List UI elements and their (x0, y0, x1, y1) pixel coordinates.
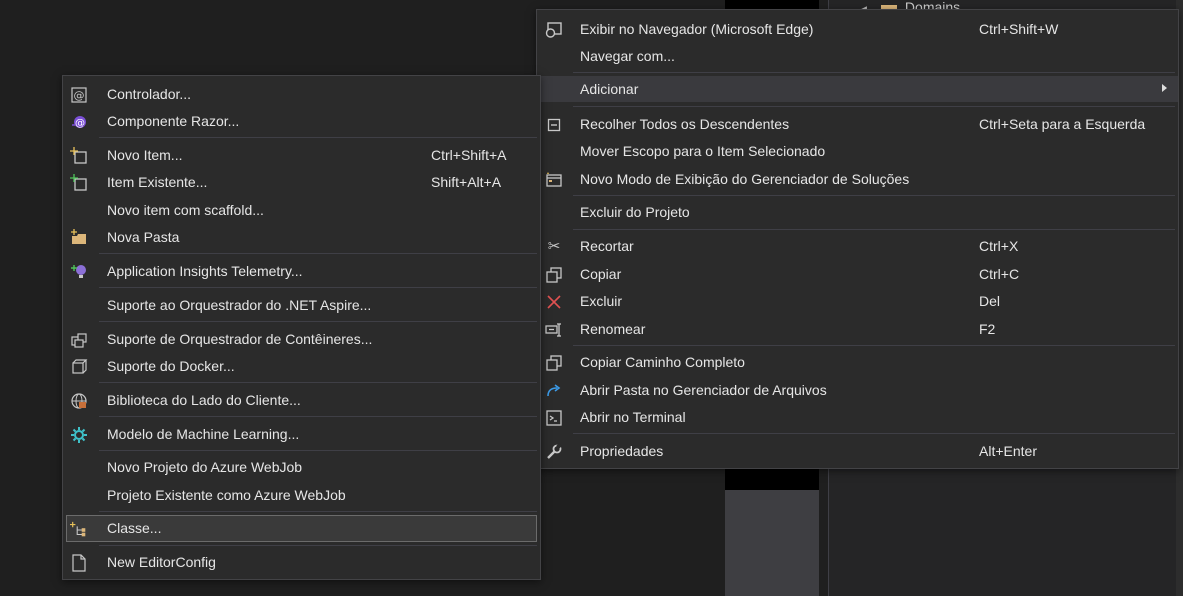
terminal-icon (545, 409, 563, 427)
menu-item-copy-full-path[interactable]: Copiar Caminho Completo (537, 349, 1178, 375)
menu-item-docker-support[interactable]: Suporte do Docker... (63, 353, 540, 379)
add-submenu: @ Controlador... @ Componente Razor... N… (62, 75, 541, 580)
ml-model-icon (70, 426, 88, 444)
separator (99, 382, 537, 383)
menu-item-new-scaffolded-item[interactable]: Novo item com scaffold... (63, 197, 540, 223)
menu-item-add[interactable]: Adicionar (537, 76, 1178, 102)
controller-icon: @ (70, 86, 88, 104)
separator (99, 287, 537, 288)
menu-item-view-in-browser[interactable]: Exibir no Navegador (Microsoft Edge) Ctr… (537, 16, 1178, 42)
separator (573, 433, 1175, 434)
insights-icon (70, 263, 88, 281)
new-item-icon (70, 147, 88, 165)
separator (573, 229, 1175, 230)
existing-item-icon (70, 174, 88, 192)
new-folder-icon (70, 229, 88, 247)
menu-item-new-azure-webjob[interactable]: Novo Projeto do Azure WebJob (63, 454, 540, 480)
separator (573, 106, 1175, 107)
class-icon (70, 521, 88, 539)
menu-item-controller[interactable]: @ Controlador... (63, 81, 540, 107)
menu-item-aspire-orchestrator[interactable]: Suporte ao Orquestrador do .NET Aspire..… (63, 292, 540, 318)
rename-icon (545, 321, 563, 339)
menu-item-existing-item[interactable]: Item Existente... Shift+Alt+A (63, 169, 540, 195)
docker-icon (70, 358, 88, 376)
svg-text:@: @ (74, 89, 85, 102)
separator (573, 195, 1175, 196)
separator (99, 511, 537, 512)
menu-item-new-editorconfig[interactable]: New EditorConfig (63, 549, 540, 575)
svg-text:@: @ (75, 118, 85, 129)
menu-item-exclude-from-project[interactable]: Excluir do Projeto (537, 199, 1178, 225)
open-folder-arrow-icon (545, 382, 563, 400)
context-menu: Exibir no Navegador (Microsoft Edge) Ctr… (536, 9, 1179, 469)
scissors-icon: ✂ (547, 238, 561, 255)
separator (99, 253, 537, 254)
separator (573, 72, 1175, 73)
menu-item-browse-with[interactable]: Navegar com... (537, 43, 1178, 69)
wrench-icon (545, 443, 563, 461)
copy-icon (545, 266, 563, 284)
menu-item-ml-model[interactable]: Modelo de Machine Learning... (63, 421, 540, 447)
menu-item-class[interactable]: Classe... (66, 515, 537, 542)
menu-item-collapse-all[interactable]: Recolher Todos os Descendentes Ctrl+Seta… (537, 111, 1178, 137)
menu-item-client-side-library[interactable]: Biblioteca do Lado do Cliente... (63, 387, 540, 413)
menu-item-new-item[interactable]: Novo Item... Ctrl+Shift+A (63, 142, 540, 168)
menu-item-properties[interactable]: Propriedades Alt+Enter (537, 438, 1178, 464)
menu-item-delete[interactable]: Excluir Del (537, 288, 1178, 314)
copy-path-icon (545, 354, 563, 372)
menu-item-rename[interactable]: Renomear F2 (537, 316, 1178, 342)
menu-item-razor-component[interactable]: @ Componente Razor... (63, 108, 540, 134)
menu-item-open-folder-in-explorer[interactable]: Abrir Pasta no Gerenciador de Arquivos (537, 377, 1178, 403)
razor-icon: @ (70, 113, 88, 131)
menu-item-application-insights[interactable]: Application Insights Telemetry... (63, 258, 540, 284)
menu-item-new-solution-explorer-view[interactable]: Novo Modo de Exibição do Gerenciador de … (537, 166, 1178, 192)
separator (99, 545, 537, 546)
scrollbar-track[interactable] (725, 490, 819, 596)
client-library-icon (70, 392, 88, 410)
new-view-icon (545, 171, 563, 189)
menu-item-scope-to-this[interactable]: Mover Escopo para o Item Selecionado (537, 138, 1178, 164)
delete-icon (545, 293, 563, 311)
submenu-arrow-icon (1162, 84, 1167, 92)
separator (99, 450, 537, 451)
separator (99, 137, 537, 138)
containers-icon (70, 331, 88, 349)
menu-item-container-orchestrator[interactable]: Suporte de Orquestrador de Contêineres..… (63, 326, 540, 352)
menu-item-cut[interactable]: ✂ Recortar Ctrl+X (537, 233, 1178, 259)
file-icon (70, 554, 88, 572)
menu-item-open-in-terminal[interactable]: Abrir no Terminal (537, 404, 1178, 430)
separator (99, 416, 537, 417)
separator (99, 321, 537, 322)
separator (573, 345, 1175, 346)
menu-item-new-folder[interactable]: Nova Pasta (63, 224, 540, 250)
browser-icon (545, 21, 563, 39)
menu-item-copy[interactable]: Copiar Ctrl+C (537, 261, 1178, 287)
menu-item-existing-as-azure-webjob[interactable]: Projeto Existente como Azure WebJob (63, 482, 540, 508)
collapse-icon (545, 116, 563, 134)
